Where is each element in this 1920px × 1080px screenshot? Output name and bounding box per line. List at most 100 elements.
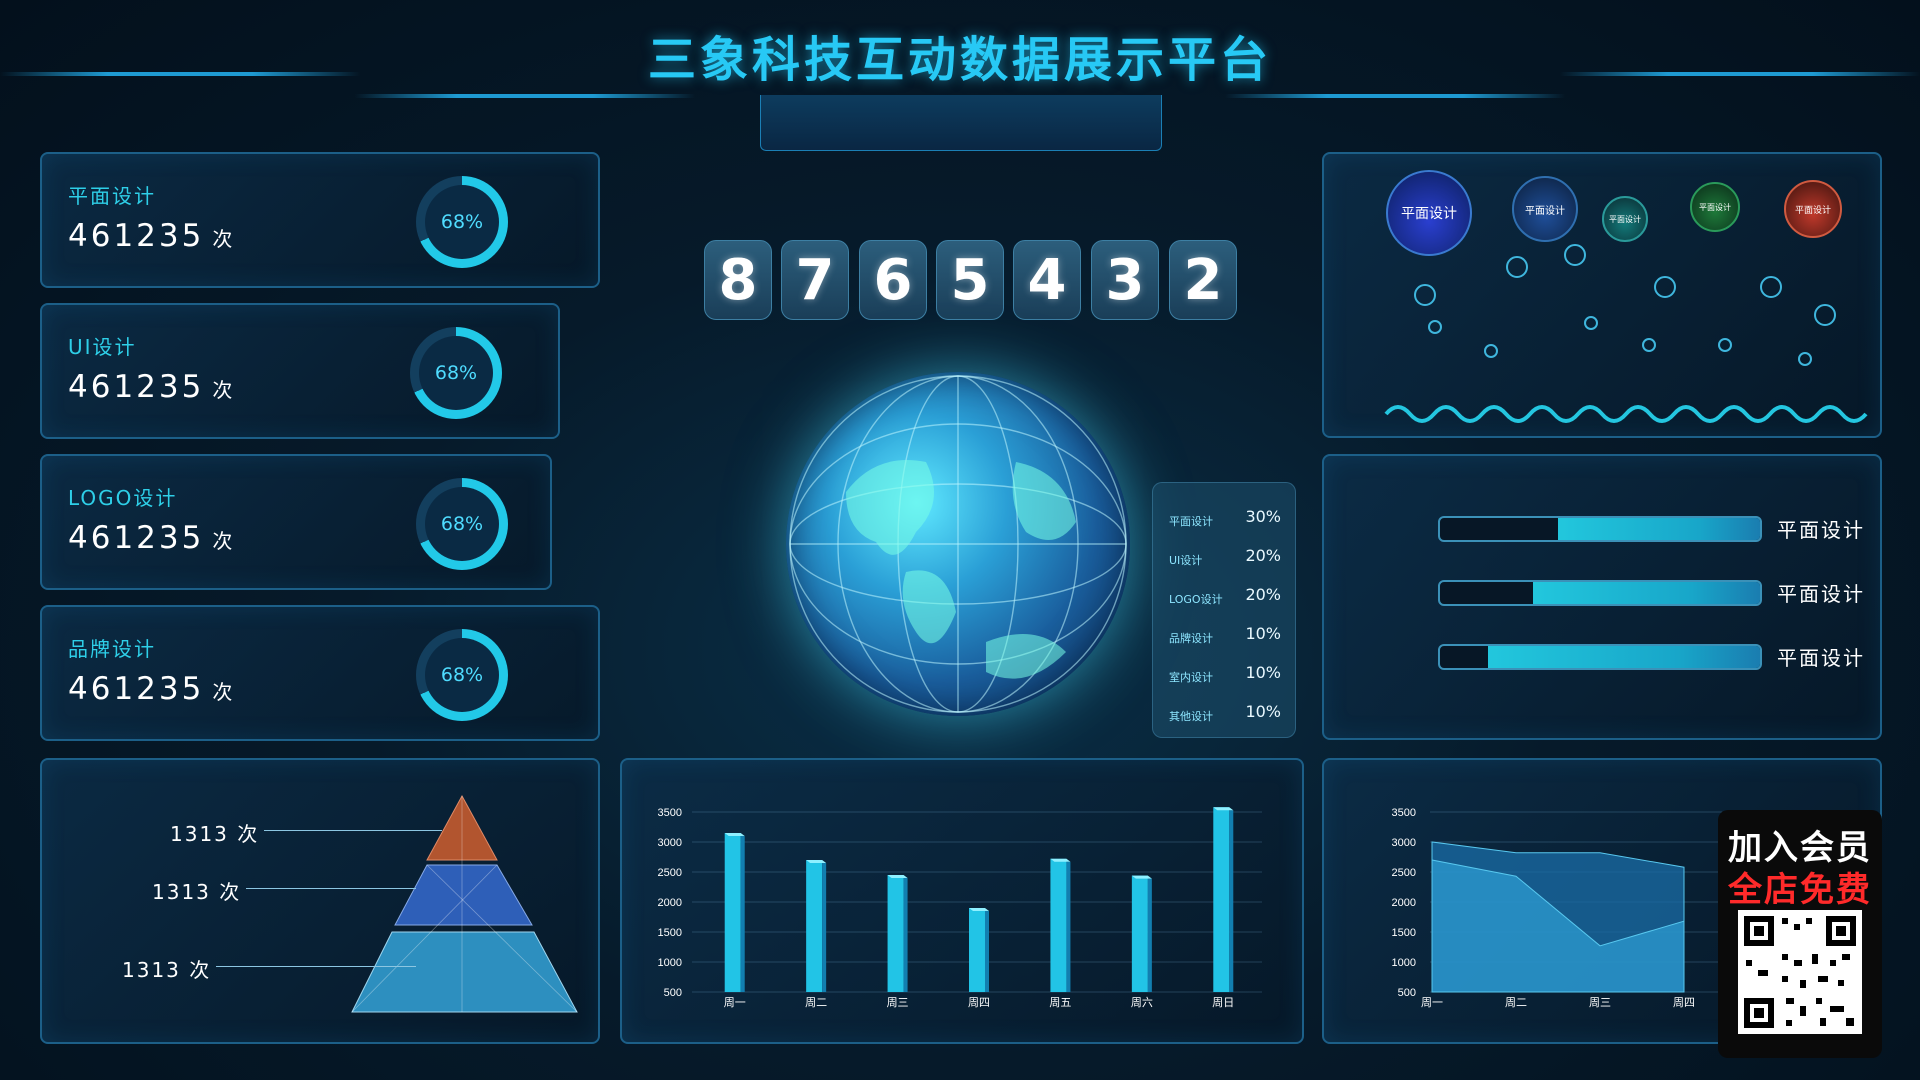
bubbles-panel: 平面设计 平面设计 平面设计 平面设计 平面设计 [1322, 152, 1882, 438]
counter-digit: 7 [781, 240, 849, 320]
y-tick-label: 3000 [1392, 837, 1416, 849]
legend-item: 品牌设计 10% [1169, 624, 1281, 645]
stat-value: 461235 次 [68, 671, 236, 707]
progress-fill [1532, 582, 1760, 604]
x-tick-label: 周日 [1212, 996, 1234, 1009]
x-tick-label: 周五 [1049, 996, 1071, 1009]
x-tick-label: 周四 [968, 996, 990, 1009]
floating-dot [1506, 256, 1528, 278]
bar-body [887, 875, 904, 992]
x-tick-label: 周六 [1131, 996, 1153, 1009]
ring-percent: 68% [419, 336, 493, 410]
legend-item: 室内设计 10% [1169, 663, 1281, 684]
bar [1050, 858, 1071, 992]
bar [724, 833, 745, 992]
wave-line [1384, 405, 1868, 423]
pyramid-leader-line [246, 888, 416, 889]
pyramid-leader-line [216, 966, 416, 967]
floating-dot [1642, 338, 1656, 352]
progress-fill [1558, 518, 1760, 540]
x-tick-label: 周三 [1589, 996, 1611, 1009]
bubble-small[interactable]: 平面设计 [1602, 196, 1648, 242]
pyramid-label: 1313 次 [170, 822, 260, 846]
header-line-left-2 [355, 94, 695, 98]
y-tick-label: 1000 [658, 957, 682, 969]
y-tick-label: 3500 [1392, 807, 1416, 819]
ring-percent: 68% [425, 638, 499, 712]
bar-side [985, 911, 989, 992]
progress-label: 平面设计 [1777, 518, 1865, 542]
bar-body [969, 908, 985, 992]
stat-label: 品牌设计 [68, 637, 156, 661]
progress-ring: 68% [416, 629, 508, 721]
progress-fill [1488, 646, 1760, 668]
qr-code-icon[interactable] [1738, 910, 1862, 1034]
floating-dot [1414, 284, 1436, 306]
bar-body [724, 833, 741, 992]
floating-dot [1428, 320, 1442, 334]
progress-bar [1438, 580, 1762, 606]
bar [969, 908, 989, 992]
globe-icon [786, 372, 1130, 716]
bar-body [1213, 807, 1230, 992]
y-tick-label: 2000 [1392, 897, 1416, 909]
header-line-right [1560, 72, 1920, 76]
counter-digit: 2 [1169, 240, 1237, 320]
pyramid-leader-line [264, 830, 442, 831]
page-title: 三象科技互动数据展示平台 [647, 32, 1272, 88]
counter-digit: 4 [1013, 240, 1081, 320]
stat-card-1[interactable]: 平面设计 461235 次 68% [40, 152, 600, 288]
pyramid-icon [351, 794, 578, 1013]
floating-dot [1484, 344, 1498, 358]
y-tick-label: 1500 [1392, 927, 1416, 939]
bar-body [806, 860, 823, 992]
pyramid-panel: 1313 次 1313 次 1313 次 [40, 758, 600, 1044]
y-tick-label: 1000 [1392, 957, 1416, 969]
title-plate [760, 95, 1162, 151]
floating-dot [1814, 304, 1836, 326]
x-tick-label: 周二 [1505, 996, 1527, 1009]
progress-label: 平面设计 [1777, 582, 1865, 606]
floating-dot [1654, 276, 1676, 298]
legend-item: UI设计 20% [1169, 546, 1281, 567]
ring-percent: 68% [425, 185, 499, 259]
progress-bar [1438, 644, 1762, 670]
stat-card-3[interactable]: LOGO设计 461235 次 68% [40, 454, 552, 590]
progress-panel: 平面设计 平面设计 平面设计 [1322, 454, 1882, 740]
bubble-large[interactable]: 平面设计 [1386, 170, 1472, 256]
bar-side [1229, 810, 1234, 992]
pyramid-label: 1313 次 [152, 880, 242, 904]
y-tick-label: 2500 [1392, 867, 1416, 879]
bar [1131, 875, 1152, 992]
bar-side [1147, 878, 1152, 992]
y-tick-label: 2000 [658, 897, 682, 909]
bar-body [1131, 875, 1148, 992]
x-tick-label: 周二 [805, 996, 827, 1009]
progress-ring: 68% [416, 478, 508, 570]
y-tick-label: 500 [1398, 987, 1416, 999]
stat-card-2[interactable]: UI设计 461235 次 68% [40, 303, 560, 439]
bar-body [1050, 858, 1067, 992]
floating-dot [1564, 244, 1586, 266]
progress-ring: 68% [410, 327, 502, 419]
x-tick-label: 周三 [887, 996, 909, 1009]
y-tick-label: 3500 [658, 807, 682, 819]
legend-item: 平面设计 30% [1169, 507, 1281, 528]
stat-card-4[interactable]: 品牌设计 461235 次 68% [40, 605, 600, 741]
bubble-medium[interactable]: 平面设计 [1512, 176, 1578, 242]
bubble-green[interactable]: 平面设计 [1690, 182, 1740, 232]
bar-side [822, 863, 827, 992]
header-line-right-2 [1225, 94, 1565, 98]
bar-chart-panel: 3500 3000 2500 2000 1500 1000 500 周一 周二 周三 周四 周五 周六 周… [620, 758, 1304, 1044]
bar-side [1066, 861, 1071, 992]
bar-chart: 3500 3000 2500 2000 1500 1000 500 周一 周二 周三 周四 周五 周六 周… [658, 807, 1262, 1009]
bar [887, 875, 908, 992]
floating-dot [1718, 338, 1732, 352]
promo-badge[interactable]: 加入会员 全店免费 [1718, 810, 1882, 1058]
promo-line-2: 全店免费 [1728, 870, 1872, 910]
stat-label: UI设计 [68, 335, 137, 359]
y-tick-label: 3000 [658, 837, 682, 849]
stat-value: 461235 次 [68, 218, 236, 254]
bubble-red[interactable]: 平面设计 [1784, 180, 1842, 238]
bar-side [740, 836, 745, 992]
